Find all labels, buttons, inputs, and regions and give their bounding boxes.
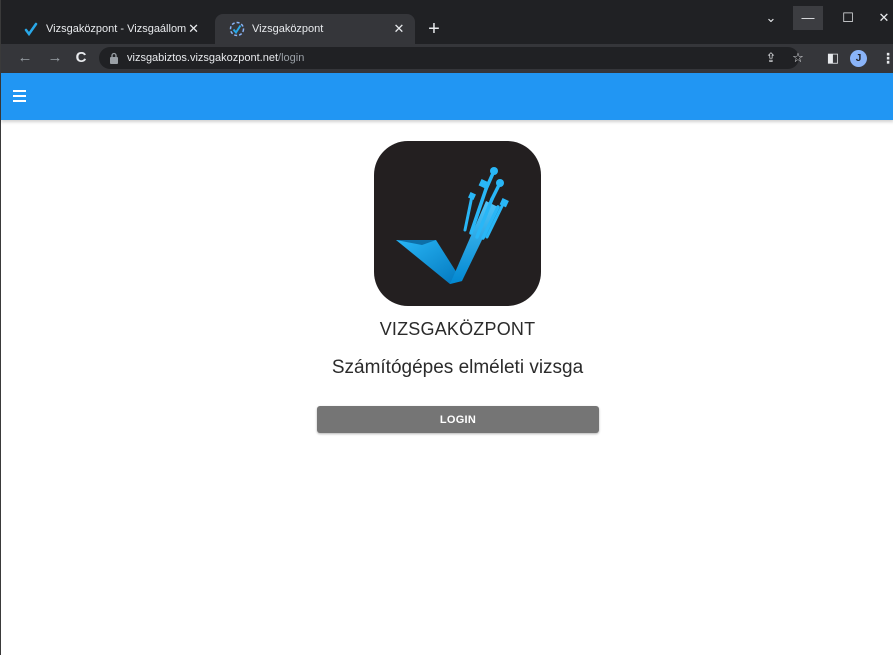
share-icon[interactable]: ⇪ [761, 48, 781, 68]
back-icon[interactable]: ← [15, 48, 35, 68]
tab-strip: Vizsgaközpont - Vizsgaállomás ✕ Vizsgakö… [1, 0, 893, 44]
address-bar[interactable]: vizsgabiztos.vizsgakozpont.net/login [99, 47, 799, 69]
tab-title: Vizsgaközpont - Vizsgaállomás [46, 23, 187, 35]
reload-icon[interactable]: C [71, 48, 91, 68]
login-page: VIZSGAKÖZPONT Számítógépes elméleti vizs… [1, 120, 893, 655]
browser-window: Vizsgaközpont - Vizsgaállomás ✕ Vizsgakö… [0, 0, 893, 655]
forward-icon[interactable]: → [45, 48, 65, 68]
checkmark-circuit-logo-icon [374, 141, 541, 306]
url-path: /login [278, 52, 305, 64]
close-window-icon[interactable]: ✕ [869, 6, 893, 30]
page-subtitle: Számítógépes elméleti vizsga [331, 357, 584, 378]
hamburger-icon[interactable] [11, 87, 29, 105]
tab-vizsgaallomas[interactable]: Vizsgaközpont - Vizsgaállomás ✕ [9, 14, 209, 44]
browser-menu-icon[interactable]: ⋮ [881, 48, 893, 68]
minimize-icon[interactable]: — [793, 6, 823, 30]
tab-search-icon[interactable]: ⌄ [761, 6, 781, 30]
tab-close-icon[interactable]: ✕ [186, 21, 201, 37]
new-tab-icon[interactable]: + [423, 18, 445, 40]
maximize-icon[interactable]: ☐ [833, 6, 863, 30]
url-host: vizsgabiztos.vizsgakozpont.net [127, 52, 279, 64]
tab-vizsgakozpont[interactable]: Vizsgaközpont ✕ [215, 14, 415, 44]
checkmark-favicon-icon [24, 22, 38, 37]
bookmark-star-icon[interactable]: ☆ [788, 48, 808, 68]
loading-favicon-icon [229, 21, 245, 37]
browser-toolbar: ← → C vizsgabiztos.vizsgakozpont.net/log… [1, 44, 893, 73]
side-panel-icon[interactable]: ◧ [823, 48, 843, 68]
brand-title: VIZSGAKÖZPONT [379, 319, 536, 339]
lock-icon[interactable] [109, 52, 119, 64]
profile-avatar[interactable]: J [850, 50, 867, 67]
tab-close-icon[interactable]: ✕ [391, 21, 407, 37]
login-button[interactable]: LOGIN [317, 406, 599, 433]
app-bar [1, 73, 893, 120]
tab-title: Vizsgaközpont [252, 23, 324, 35]
